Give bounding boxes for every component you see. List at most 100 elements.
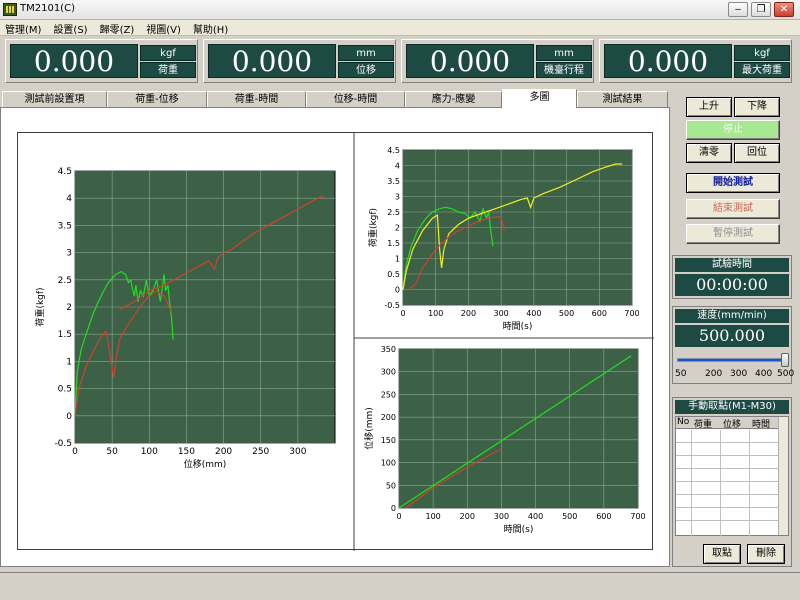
y-tick-label: 0 bbox=[66, 412, 72, 422]
speed-slider-ticks: 50 200 300 400 500 bbox=[673, 369, 795, 381]
return-button[interactable]: 回位 bbox=[734, 143, 780, 163]
displacement-unit: mm bbox=[338, 45, 394, 61]
displacement-label: 位移 bbox=[338, 62, 394, 78]
app-icon bbox=[3, 3, 17, 16]
y-tick-label: 3.5 bbox=[387, 177, 400, 186]
y-tick-label: 1 bbox=[66, 357, 72, 367]
x-tick-label: 200 bbox=[215, 447, 232, 457]
tab-test-results[interactable]: 測試結果 bbox=[577, 91, 668, 107]
tab-load-displacement[interactable]: 荷重-位移 bbox=[107, 91, 207, 107]
menu-manage[interactable]: 管理(M) bbox=[0, 20, 47, 36]
y-tick-label: 0.5 bbox=[58, 385, 72, 395]
y-tick-label: 0.5 bbox=[387, 270, 400, 279]
table-scrollbar[interactable] bbox=[778, 417, 788, 535]
displacement-time-xlabel: 時間(s) bbox=[504, 524, 534, 535]
speed-box: 速度(mm/min) 500.000 50 200 300 400 500 bbox=[672, 306, 795, 384]
stroke-meter: 0.000 mm 機臺行程 bbox=[401, 39, 594, 83]
speed-title: 速度(mm/min) bbox=[675, 309, 789, 323]
status-bar bbox=[0, 572, 800, 600]
menu-bar: 管理(M) 設置(S) 歸零(Z) 視圖(V) 幫助(H) bbox=[0, 20, 800, 36]
load-displacement-chart: 0 50 100 150 200 250 300-0.500.511.522.533.544… bbox=[34, 167, 336, 470]
stop-button[interactable]: 停止 bbox=[686, 120, 780, 140]
tab-displacement-time[interactable]: 位移-時間 bbox=[306, 91, 405, 107]
charts-svg: 0 50 100 150 200 250 300-0.500.511.522.533.544… bbox=[34, 133, 654, 551]
stroke-unit: mm bbox=[536, 45, 592, 61]
x-tick-label: 150 bbox=[178, 447, 195, 457]
y-tick-label: 3 bbox=[66, 249, 72, 259]
speed-display: 500.000 bbox=[675, 325, 789, 347]
down-button[interactable]: 下降 bbox=[734, 97, 780, 117]
x-tick-label: 400 bbox=[526, 309, 541, 318]
col-no: No bbox=[677, 417, 690, 427]
col-load: 荷重 bbox=[694, 420, 713, 430]
slider-tick-200: 200 bbox=[705, 369, 723, 379]
y-tick-label: 0 bbox=[395, 286, 400, 295]
x-tick-label: 300 bbox=[494, 309, 509, 318]
y-tick-label: 3.5 bbox=[58, 221, 72, 231]
menu-settings[interactable]: 設置(S) bbox=[47, 20, 93, 36]
y-tick-label: 1.5 bbox=[387, 239, 400, 248]
control-panel: 上升 下降 停止 清零 回位 開始測試 結束測試 暫停測試 試驗時間 00:00… bbox=[672, 89, 800, 567]
menu-view[interactable]: 視圖(V) bbox=[140, 20, 187, 36]
take-point-button[interactable]: 取點 bbox=[703, 544, 741, 564]
tab-load-time[interactable]: 荷重-時間 bbox=[207, 91, 306, 107]
graph-frame: 0 50 100 150 200 250 300 -0.5 0 0.5 1 1.5 2 2.5 3 3.5 4 4… bbox=[17, 132, 654, 551]
max-load-unit: kgf bbox=[734, 45, 790, 61]
displacement-meter: 0.000 mm 位移 bbox=[203, 39, 396, 83]
load-label: 荷重 bbox=[140, 62, 196, 78]
x-tick-label: 0 bbox=[400, 309, 405, 318]
zero-button[interactable]: 清零 bbox=[686, 143, 732, 163]
speed-slider-thumb[interactable] bbox=[781, 353, 789, 367]
up-button[interactable]: 上升 bbox=[686, 97, 732, 117]
x-tick-label: 50 bbox=[106, 447, 118, 457]
restore-button[interactable]: ❐ bbox=[751, 2, 771, 17]
y-tick-label: 4 bbox=[66, 194, 72, 204]
y-tick-label: 1.5 bbox=[58, 330, 72, 340]
tab-stress-strain[interactable]: 應力-應變 bbox=[405, 91, 502, 107]
x-tick-label: 400 bbox=[528, 512, 543, 521]
max-load-meter: 0.000 kgf 最大荷重 bbox=[599, 39, 792, 83]
pause-test-button[interactable]: 暫停測試 bbox=[686, 224, 780, 244]
y-tick-label: 100 bbox=[381, 459, 396, 468]
slider-tick-50: 50 bbox=[675, 369, 687, 379]
menu-zero[interactable]: 歸零(Z) bbox=[94, 20, 141, 36]
x-tick-label: 0 bbox=[72, 447, 78, 457]
tab-pretest-settings[interactable]: 測試前設置項 bbox=[2, 91, 107, 107]
y-tick-label: -0.5 bbox=[384, 301, 400, 310]
x-tick-label: 100 bbox=[426, 512, 441, 521]
max-load-value: 0.000 bbox=[604, 44, 732, 78]
load-time-chart: 0 100 200 300 400 500 600 700-0.500.511.522.533… bbox=[367, 146, 640, 332]
load-value: 0.000 bbox=[10, 44, 138, 78]
x-tick-label: 100 bbox=[428, 309, 443, 318]
manual-points-box: 手動取點(M1-M30) No 荷重 位移 時間 取點 刪除 bbox=[672, 397, 792, 567]
load-displacement-ylabel: 荷重(kgf) bbox=[34, 287, 46, 326]
x-tick-label: 100 bbox=[141, 447, 158, 457]
close-button[interactable]: ✕ bbox=[774, 2, 794, 17]
table-grid bbox=[676, 430, 780, 536]
y-tick-label: 350 bbox=[381, 345, 396, 354]
end-test-button[interactable]: 結束測試 bbox=[686, 199, 780, 219]
x-tick-label: 0 bbox=[396, 512, 401, 521]
x-tick-label: 200 bbox=[460, 512, 475, 521]
y-tick-label: 3 bbox=[395, 193, 400, 202]
meter-bar: 0.000 kgf 荷重 0.000 mm 位移 0.000 mm 機臺行程 0… bbox=[0, 37, 800, 87]
menu-help[interactable]: 幫助(H) bbox=[187, 20, 234, 36]
max-load-label: 最大荷重 bbox=[734, 62, 790, 78]
x-tick-label: 250 bbox=[252, 447, 269, 457]
delete-point-button[interactable]: 刪除 bbox=[747, 544, 785, 564]
slider-tick-500: 500 bbox=[777, 369, 795, 379]
speed-slider-track[interactable] bbox=[677, 358, 789, 362]
y-tick-label: 50 bbox=[386, 481, 396, 490]
y-tick-label: 2 bbox=[395, 224, 400, 233]
timer-display: 00:00:00 bbox=[675, 274, 789, 296]
title-bar: TM2101(C) ‒ ❐ ✕ bbox=[0, 0, 800, 20]
slider-tick-300: 300 bbox=[730, 369, 748, 379]
timer-title: 試驗時間 bbox=[675, 258, 789, 272]
start-test-button[interactable]: 開始測試 bbox=[686, 173, 780, 193]
tab-strip: 測試前設置項 荷重-位移 荷重-時間 位移-時間 應力-應變 多圖 測試結果 bbox=[0, 89, 670, 108]
table-header: No 荷重 位移 時間 bbox=[676, 417, 780, 430]
tab-multi-graph[interactable]: 多圖 bbox=[502, 89, 577, 108]
minimize-button[interactable]: ‒ bbox=[728, 2, 748, 17]
y-tick-label: 2 bbox=[66, 303, 72, 313]
manual-points-table[interactable]: No 荷重 位移 時間 bbox=[675, 416, 789, 536]
